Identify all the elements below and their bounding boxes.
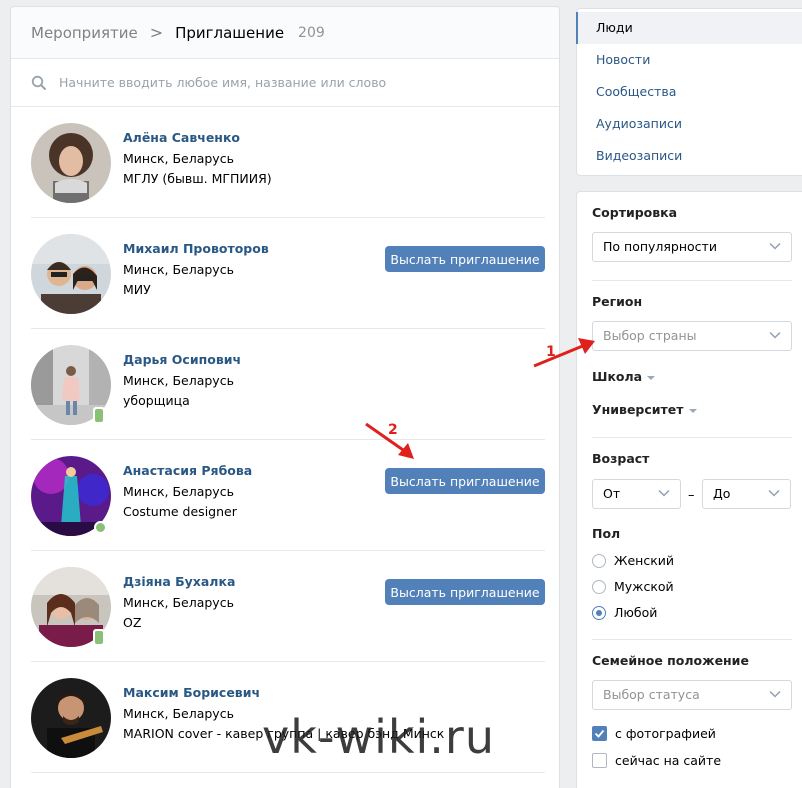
divider [592,639,792,640]
divider [592,280,792,281]
country-select[interactable]: Выбор страны [592,321,792,351]
online-status-icon [94,521,107,534]
menu-item-news[interactable]: Новости [577,44,802,76]
person-extra: Costume designer [123,504,237,519]
radio-circle [592,553,606,568]
person-city: Минск, Беларусь [123,372,234,388]
send-invite-button[interactable]: Выслать приглашение [385,246,545,272]
chevron-down-icon [768,489,780,497]
country-select-placeholder: Выбор страны [603,328,697,343]
person-name-link[interactable]: Анастасия Рябова [123,461,252,482]
school-label: Школа [592,369,643,384]
age-range-dash: – [688,488,695,503]
search-icon [31,75,46,90]
menu-item-people[interactable]: Люди [576,12,802,44]
search-section-menu: Люди Новости Сообщества Аудиозаписи Виде… [576,8,802,176]
with-photo-checkbox[interactable]: с фотографией [592,726,716,741]
send-invite-button[interactable]: Выслать приглашение [385,468,545,494]
page-title: Приглашение [175,23,285,42]
person-info: Дарья Осипович Минск, Беларусь уборщица [123,350,241,412]
person-name-link[interactable]: Максим Борисевич [123,683,444,704]
checkbox-label: сейчас на сайте [615,753,722,768]
person-info: Михаил Провоторов Минск, Беларусь МИУ [123,239,269,301]
menu-item-audio[interactable]: Аудиозаписи [577,108,802,140]
chevron-down-icon [769,690,781,698]
chevron-down-icon [769,242,781,250]
mobile-online-icon [93,629,105,646]
caret-down-icon [647,375,656,380]
age-from-select[interactable]: От [592,479,681,509]
list-item: Алёна Савченко Минск, Беларусь МГЛУ (быв… [31,107,545,218]
watermark: vk-wiki.ru [262,710,495,764]
person-name-link[interactable]: Дзіяна Бухалка [123,572,235,593]
sort-title: Сортировка [592,205,678,220]
family-status-title: Семейное положение [592,653,749,668]
person-name-link[interactable]: Дарья Осипович [123,350,241,371]
person-extra: МИУ [123,282,151,297]
university-filter-toggle[interactable]: Университет [592,402,697,417]
age-to-select[interactable]: До [702,479,791,509]
checkbox-label: с фотографией [615,726,716,741]
list-item: Дзіяна Бухалка Минск, Беларусь OZ Выслат… [31,551,545,662]
checkbox-checked [592,726,607,741]
invite-panel: Мероприятие > Приглашение 209 Алёна Савч… [10,6,560,788]
sort-select[interactable]: По популярности [592,232,792,262]
mobile-online-icon [93,407,105,424]
person-extra: МГЛУ (бывш. МГПИИЯ) [123,171,272,186]
chevron-down-icon [658,489,670,497]
gender-radio-male[interactable]: Мужской [592,579,674,594]
university-label: Университет [592,402,684,417]
avatar[interactable] [31,234,111,314]
checkbox-unchecked [592,753,607,768]
sort-select-value: По популярности [603,239,717,254]
chevron-down-icon [769,331,781,339]
gender-title: Пол [592,526,621,541]
menu-item-video[interactable]: Видеозаписи [577,140,802,172]
online-now-checkbox[interactable]: сейчас на сайте [592,753,721,768]
caret-down-icon [688,408,697,413]
search-input[interactable] [59,75,499,90]
person-name-link[interactable]: Михаил Провоторов [123,239,269,260]
person-name-link[interactable]: Алёна Савченко [123,128,272,149]
school-filter-toggle[interactable]: Школа [592,369,656,384]
invite-count: 209 [298,24,325,41]
region-title: Регион [592,294,643,309]
age-from-value: От [603,486,621,501]
person-city: Минск, Беларусь [123,594,234,610]
list-item: Анастасия Рябова Минск, Беларусь Costume… [31,440,545,551]
people-list: Алёна Савченко Минск, Беларусь МГЛУ (быв… [11,107,559,773]
radio-circle-selected [592,605,606,620]
breadcrumb: Мероприятие > Приглашение 209 [11,7,559,59]
person-extra: уборщица [123,393,190,408]
age-title: Возраст [592,451,650,466]
person-info: Алёна Савченко Минск, Беларусь МГЛУ (быв… [123,128,272,190]
radio-circle [592,579,606,594]
family-status-placeholder: Выбор статуса [603,687,700,702]
person-city: Минск, Беларусь [123,150,234,166]
radio-label: Любой [614,605,658,620]
avatar[interactable] [31,123,111,203]
person-extra: OZ [123,615,142,630]
list-item: Дарья Осипович Минск, Беларусь уборщица [31,329,545,440]
checkmark-icon [594,729,605,738]
person-info: Дзіяна Бухалка Минск, Беларусь OZ [123,572,235,634]
radio-label: Женский [614,553,674,568]
divider [592,437,792,438]
search-bar [11,59,559,107]
list-item: Михаил Провоторов Минск, Беларусь МИУ Вы… [31,218,545,329]
radio-label: Мужской [614,579,674,594]
menu-item-communities[interactable]: Сообщества [577,76,802,108]
person-city: Минск, Беларусь [123,483,234,499]
family-status-select[interactable]: Выбор статуса [592,680,792,710]
gender-radio-female[interactable]: Женский [592,553,674,568]
chevron-right-icon: > [149,23,164,42]
breadcrumb-event-link[interactable]: Мероприятие [31,24,138,42]
person-info: Анастасия Рябова Минск, Беларусь Costume… [123,461,252,523]
filters-panel: Сортировка По популярности Регион Выбор … [576,191,802,788]
avatar[interactable] [31,678,111,758]
gender-radio-any[interactable]: Любой [592,605,657,620]
send-invite-button[interactable]: Выслать приглашение [385,579,545,605]
age-to-value: До [713,486,731,501]
person-city: Минск, Беларусь [123,261,234,277]
